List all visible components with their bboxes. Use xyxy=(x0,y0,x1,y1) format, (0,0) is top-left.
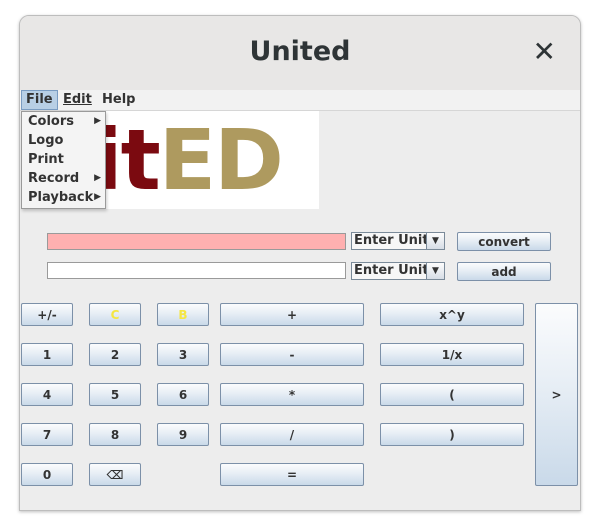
digit-3-button[interactable]: 3 xyxy=(157,343,209,366)
united-logo: nitED xyxy=(81,111,319,209)
digit-4-button[interactable]: 4 xyxy=(21,383,73,406)
convert-button[interactable]: convert xyxy=(457,232,551,251)
clear-button[interactable]: C xyxy=(89,303,141,326)
menu-item-label: Colors xyxy=(28,114,75,129)
digit-2-button[interactable]: 2 xyxy=(89,343,141,366)
plus-minus-button[interactable]: +/- xyxy=(21,303,73,326)
next-button[interactable]: > xyxy=(535,303,578,486)
title-bar: United ✕ xyxy=(20,16,580,91)
digit-9-button[interactable]: 9 xyxy=(157,423,209,446)
digit-8-button[interactable]: 8 xyxy=(89,423,141,446)
top-input-field[interactable] xyxy=(47,233,351,253)
unit-select-bottom[interactable]: Enter Unit ▼ xyxy=(351,262,445,280)
submenu-arrow-icon: ▶ xyxy=(94,192,101,202)
add-button[interactable]: add xyxy=(457,262,551,281)
digit-5-button[interactable]: 5 xyxy=(89,383,141,406)
menu-item-colors[interactable]: Colors ▶ xyxy=(22,112,105,131)
chevron-down-icon: ▼ xyxy=(426,233,444,249)
window-title: United xyxy=(249,36,351,67)
digit-6-button[interactable]: 6 xyxy=(157,383,209,406)
digit-7-button[interactable]: 7 xyxy=(21,423,73,446)
unit-select-bottom-label: Enter Unit xyxy=(354,263,429,278)
divide-button[interactable]: / xyxy=(220,423,364,446)
left-paren-button[interactable]: ( xyxy=(380,383,524,406)
menu-help[interactable]: Help xyxy=(98,91,139,109)
menu-item-label: Playback xyxy=(28,190,94,205)
menu-item-print[interactable]: Print xyxy=(22,150,105,169)
menu-item-playback[interactable]: Playback ▶ xyxy=(22,188,105,207)
digit-0-button[interactable]: 0 xyxy=(21,463,73,486)
digit-1-button[interactable]: 1 xyxy=(21,343,73,366)
minus-button[interactable]: - xyxy=(220,343,364,366)
unit-select-top[interactable]: Enter Unit ▼ xyxy=(351,232,445,250)
chevron-down-icon: ▼ xyxy=(426,263,444,279)
plus-button[interactable]: + xyxy=(220,303,364,326)
logo-part2: ED xyxy=(158,111,284,209)
menu-item-record[interactable]: Record ▶ xyxy=(22,169,105,188)
power-button[interactable]: x^y xyxy=(380,303,524,326)
menu-bar: File Edit Help xyxy=(20,90,580,111)
right-paren-button[interactable]: ) xyxy=(380,423,524,446)
equals-button[interactable]: = xyxy=(220,463,364,486)
menu-edit[interactable]: Edit xyxy=(59,91,96,109)
file-menu-dropdown: Colors ▶ Logo Print Record ▶ Playback ▶ xyxy=(21,111,106,209)
multiply-button[interactable]: * xyxy=(220,383,364,406)
calculator-window: United ✕ File Edit Help Colors ▶ Logo Pri… xyxy=(19,15,581,511)
menu-item-label: Print xyxy=(28,152,64,167)
backspace-button[interactable]: ⌫ xyxy=(89,463,141,486)
menu-item-label: Logo xyxy=(28,133,64,148)
menu-file[interactable]: File xyxy=(21,90,58,110)
backspace-word-button[interactable]: B xyxy=(157,303,209,326)
submenu-arrow-icon: ▶ xyxy=(94,173,101,183)
top-input[interactable] xyxy=(48,237,351,253)
bottom-input[interactable] xyxy=(48,266,351,282)
close-icon[interactable]: ✕ xyxy=(533,36,556,68)
bottom-input-field[interactable] xyxy=(47,262,351,282)
unit-select-top-label: Enter Unit xyxy=(354,233,429,248)
menu-edit-label: Edit xyxy=(63,92,92,107)
reciprocal-button[interactable]: 1/x xyxy=(380,343,524,366)
menu-item-label: Record xyxy=(28,171,80,186)
submenu-arrow-icon: ▶ xyxy=(94,116,101,126)
menu-item-logo[interactable]: Logo xyxy=(22,131,105,150)
